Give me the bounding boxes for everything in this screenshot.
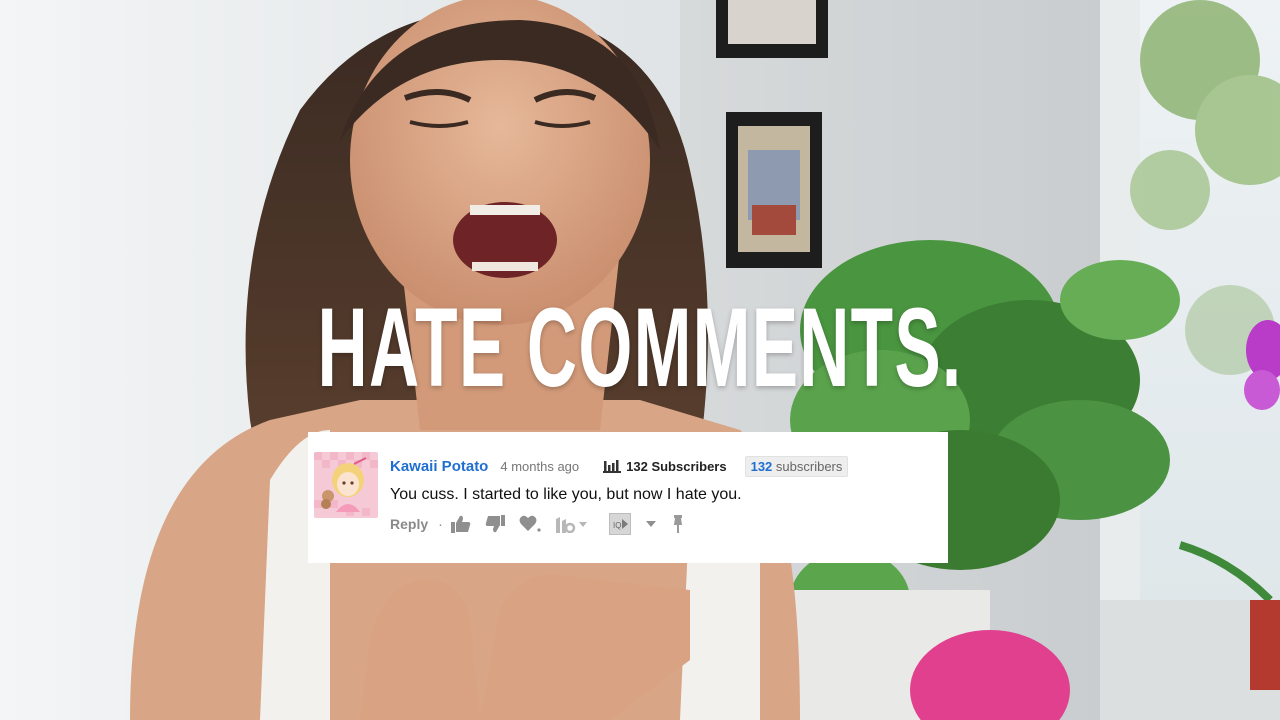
avatar[interactable] bbox=[314, 452, 378, 518]
frame-top bbox=[716, 0, 828, 58]
caret-down-icon bbox=[578, 522, 587, 527]
subscriber-badge: 132 subscribers bbox=[744, 455, 849, 477]
heart-icon[interactable] bbox=[519, 515, 541, 533]
reply-button[interactable]: Reply bbox=[390, 516, 428, 532]
svg-text:IQ: IQ bbox=[613, 521, 621, 530]
pin-icon[interactable] bbox=[671, 515, 685, 533]
frame-middle bbox=[726, 112, 822, 268]
author-name[interactable]: Kawaii Potato bbox=[390, 458, 488, 475]
thumbs-down-icon[interactable] bbox=[485, 515, 505, 533]
subscriber-badge-count: 132 bbox=[750, 458, 773, 474]
subscriber-count-label: 132 Subscribers bbox=[626, 458, 727, 474]
bar-chart-icon bbox=[603, 460, 622, 473]
comment-actions: Reply · IQ bbox=[390, 512, 699, 536]
tubebuddy-icon[interactable] bbox=[555, 515, 589, 533]
comment-header: Kawaii Potato 4 months ago 132 Subscribe… bbox=[390, 455, 940, 477]
caret-down-icon[interactable] bbox=[645, 520, 657, 528]
subscriber-badge-label: subscribers bbox=[775, 458, 843, 474]
comment-time[interactable]: 4 months ago bbox=[500, 459, 579, 474]
comment-card: Kawaii Potato 4 months ago 132 Subscribe… bbox=[308, 432, 948, 563]
thumbs-up-icon[interactable] bbox=[450, 515, 471, 533]
video-icon[interactable]: IQ bbox=[608, 513, 637, 535]
action-separator: · bbox=[438, 516, 443, 532]
headline: HATE COMMENTS. bbox=[317, 285, 963, 410]
comment-text: You cuss. I started to like you, but now… bbox=[390, 486, 742, 503]
subscriber-stat: 132 Subscribers bbox=[603, 458, 727, 474]
